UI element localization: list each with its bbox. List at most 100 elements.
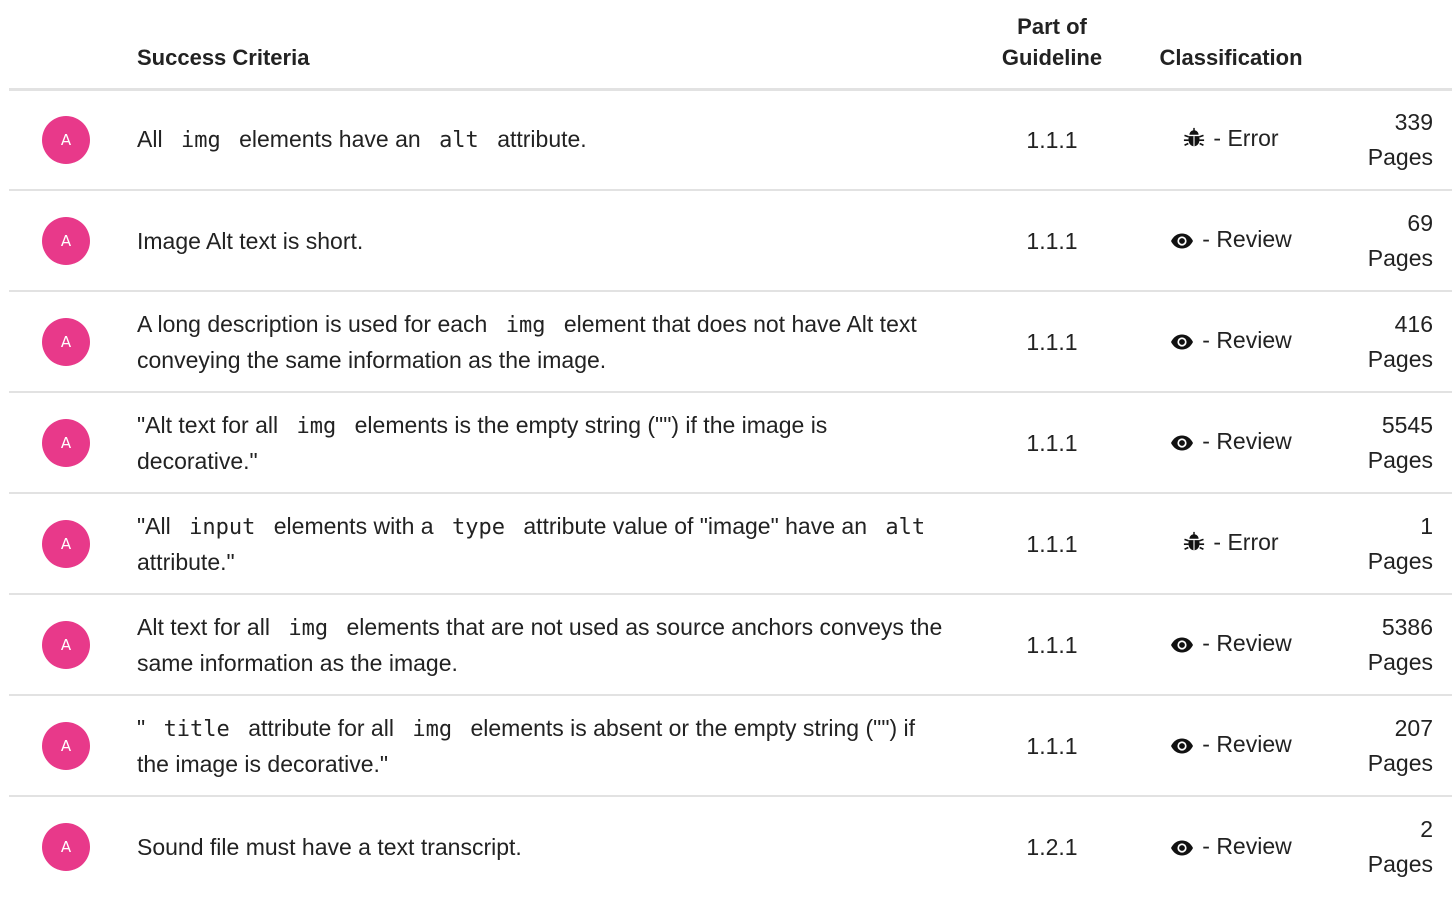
criteria-text: Image Alt text is short. xyxy=(137,228,363,254)
criteria-cell: Image Alt text is short. xyxy=(114,190,968,292)
header-part-of-guideline[interactable]: Part of Guideline xyxy=(968,0,1119,91)
eye-icon xyxy=(1170,326,1194,360)
criteria-text: "All input elements with a type attribut… xyxy=(137,513,937,575)
header-classification[interactable]: Classification xyxy=(1119,0,1343,91)
code-token: img xyxy=(505,312,546,338)
table-row[interactable]: A All img elements have an alt attribute… xyxy=(9,89,1452,191)
criteria-text: Sound file must have a text transcript. xyxy=(137,834,522,860)
classification-label: - Review xyxy=(1202,731,1292,757)
criteria-cell: "Alt text for all img elements is the em… xyxy=(114,392,968,494)
guideline-cell: 1.1.1 xyxy=(968,89,1119,191)
classification-label: - Error xyxy=(1213,125,1279,152)
level-cell: A xyxy=(9,493,114,595)
success-criteria-page: Success Criteria Part of Guideline Class… xyxy=(0,0,1452,893)
criteria-text: All img elements have an alt attribute. xyxy=(137,125,587,153)
level-cell: A xyxy=(9,695,114,797)
classification-label: - Review xyxy=(1202,428,1292,454)
level-cell: A xyxy=(9,796,114,897)
table-row[interactable]: A " title attribute for all img elements… xyxy=(9,695,1452,797)
criteria-text: Alt text for all img elements that are n… xyxy=(137,614,942,676)
criteria-text-segment: attribute. xyxy=(497,125,587,152)
level-cell: A xyxy=(9,392,114,494)
pages-cell[interactable]: 2 Pages xyxy=(1343,796,1452,897)
code-token: title xyxy=(163,716,230,742)
pages-cell[interactable]: 5545 Pages xyxy=(1343,392,1452,494)
eye-icon xyxy=(1170,427,1194,461)
pages-count: 1 xyxy=(1420,512,1433,539)
level-badge: A xyxy=(42,115,90,164)
criteria-cell: Sound file must have a text transcript. xyxy=(114,796,968,897)
code-token: alt xyxy=(439,127,479,153)
classification-cell: - Error xyxy=(1119,493,1343,595)
classification-cell: - Review xyxy=(1119,392,1343,494)
header-success-criteria[interactable]: Success Criteria xyxy=(114,0,968,91)
pages-count: 5386 xyxy=(1381,613,1433,640)
criteria-text: " title attribute for all img elements i… xyxy=(137,715,915,777)
pages-count: 416 xyxy=(1394,310,1433,337)
pages-cell[interactable]: 69 Pages xyxy=(1343,190,1452,292)
pages-count: 69 xyxy=(1407,209,1433,236)
table-row[interactable]: A Image Alt text is short. 1.1.1 - Revie… xyxy=(9,190,1452,292)
level-cell: A xyxy=(9,89,114,191)
success-criteria-table: Success Criteria Part of Guideline Class… xyxy=(9,0,1452,897)
level-cell: A xyxy=(9,594,114,696)
header-row: Success Criteria Part of Guideline Class… xyxy=(9,0,1452,91)
level-cell: A xyxy=(9,291,114,393)
classification-label: - Review xyxy=(1202,832,1292,859)
pages-label: Pages xyxy=(1367,345,1433,372)
classification-cell: - Error xyxy=(1119,89,1343,191)
classification-cell: - Review xyxy=(1119,594,1343,696)
eye-icon xyxy=(1170,225,1194,259)
pages-count: 2 xyxy=(1420,816,1433,842)
criteria-text-segment: attribute value of "image" have an xyxy=(523,512,867,539)
table-row[interactable]: A A long description is used for each im… xyxy=(9,291,1452,393)
criteria-text-segment: Alt text for all xyxy=(137,613,270,640)
pages-cell[interactable]: 5386 Pages xyxy=(1343,594,1452,696)
level-badge: A xyxy=(42,519,90,568)
criteria-text-segment: "All xyxy=(137,512,171,539)
criteria-text-segment: Image Alt text is short. xyxy=(137,227,364,254)
pages-cell[interactable]: 207 Pages xyxy=(1343,695,1452,797)
criteria-text: "Alt text for all img elements is the em… xyxy=(137,412,827,474)
pages-cell[interactable]: 339 Pages xyxy=(1343,89,1452,191)
header-level xyxy=(9,0,114,91)
criteria-text-segment: "Alt text for all xyxy=(137,411,279,438)
code-token: type xyxy=(451,514,505,540)
pages-label: Pages xyxy=(1367,244,1433,271)
criteria-text-segment: elements have an xyxy=(239,125,421,152)
pages-count: 5545 xyxy=(1381,411,1433,438)
bug-icon xyxy=(1183,528,1205,562)
guideline-cell: 1.1.1 xyxy=(968,594,1119,696)
classification-label: - Error xyxy=(1213,529,1279,555)
pages-cell[interactable]: 1 Pages xyxy=(1343,493,1452,595)
criteria-cell: A long description is used for each img … xyxy=(114,291,968,393)
pages-label: Pages xyxy=(1367,648,1433,675)
classification-cell: - Review xyxy=(1119,796,1343,897)
guideline-cell: 1.1.1 xyxy=(968,695,1119,797)
level-badge: A xyxy=(42,216,90,265)
criteria-cell: "All input elements with a type attribut… xyxy=(114,493,968,595)
table-row[interactable]: A "Alt text for all img elements is the … xyxy=(9,392,1452,494)
code-token: img xyxy=(412,716,453,742)
classification-cell: - Review xyxy=(1119,190,1343,292)
code-token: img xyxy=(288,615,329,641)
pages-cell[interactable]: 416 Pages xyxy=(1343,291,1452,393)
level-cell: A xyxy=(9,190,114,292)
table-row[interactable]: A Sound file must have a text transcript… xyxy=(9,796,1452,897)
table-row[interactable]: A Alt text for all img elements that are… xyxy=(9,594,1452,696)
pages-label: Pages xyxy=(1367,851,1433,877)
header-pages xyxy=(1343,0,1452,91)
code-token: img xyxy=(296,413,337,439)
guideline-cell: 1.1.1 xyxy=(968,493,1119,595)
pages-label: Pages xyxy=(1367,749,1433,776)
criteria-text: A long description is used for each img … xyxy=(137,311,917,373)
guideline-cell: 1.1.1 xyxy=(968,190,1119,292)
guideline-cell: 1.1.1 xyxy=(968,291,1119,393)
eye-icon xyxy=(1170,730,1194,764)
table-header: Success Criteria Part of Guideline Class… xyxy=(9,0,1452,91)
table-row[interactable]: A "All input elements with a type attrib… xyxy=(9,493,1452,595)
level-badge: A xyxy=(42,418,90,467)
pages-count: 339 xyxy=(1394,108,1433,135)
classification-label: - Review xyxy=(1202,630,1292,656)
guideline-cell: 1.1.1 xyxy=(968,392,1119,494)
